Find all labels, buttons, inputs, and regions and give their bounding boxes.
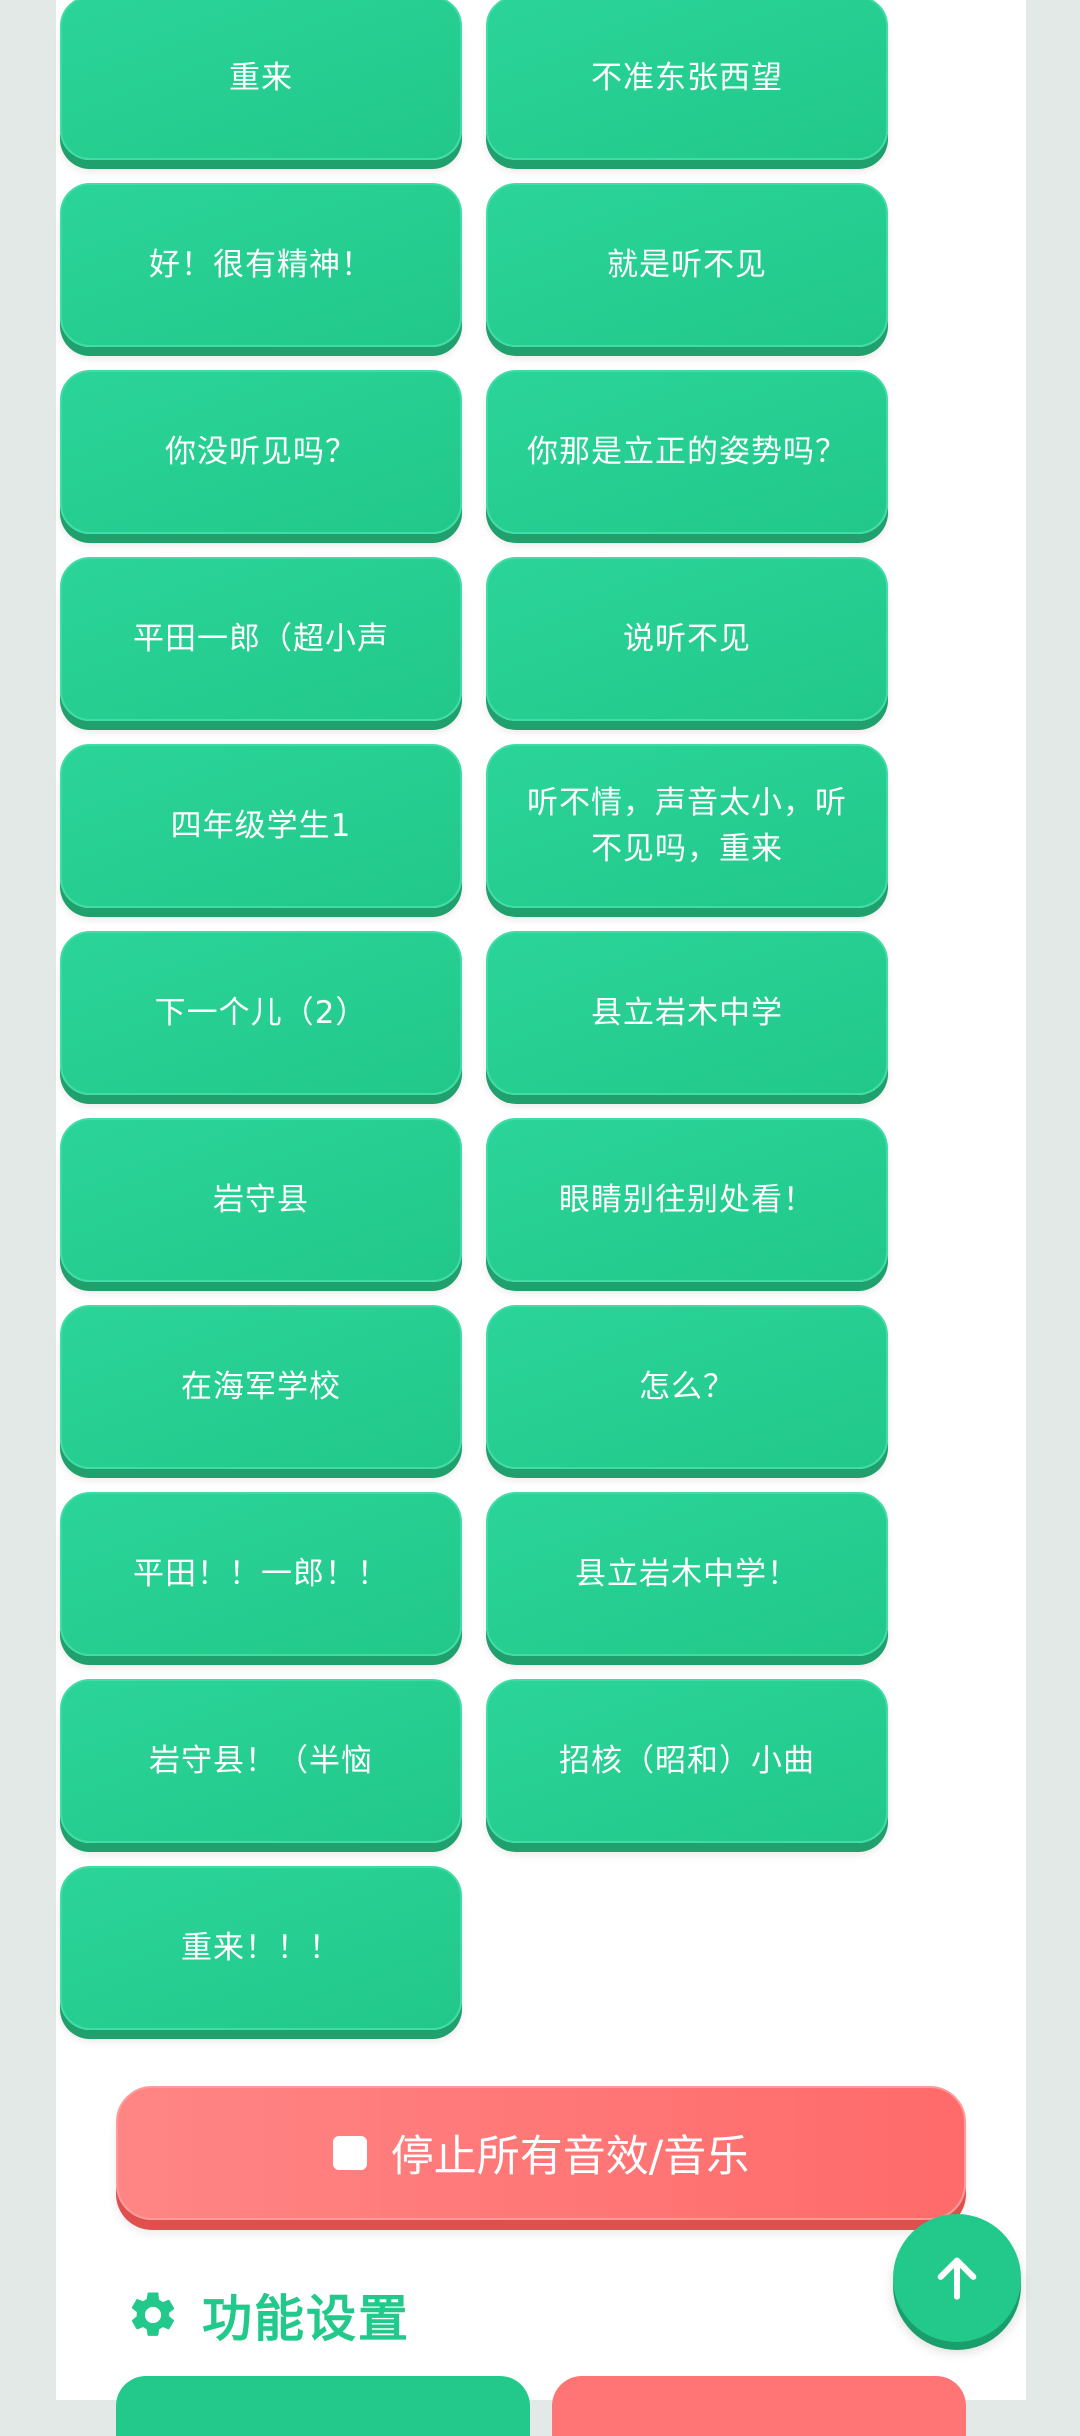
sound-button[interactable]: 好！很有精神！ bbox=[60, 183, 462, 347]
sound-button[interactable]: 县立岩木中学！ bbox=[486, 1492, 888, 1656]
sound-button[interactable]: 重来 bbox=[60, 0, 462, 160]
scroll-to-top-button[interactable] bbox=[893, 2214, 1021, 2342]
sound-button[interactable]: 听不情，声音太小，听不见吗，重来 bbox=[486, 744, 888, 908]
sound-button[interactable]: 下一个儿（2） bbox=[60, 931, 462, 1095]
sound-button[interactable]: 不准东张西望 bbox=[486, 0, 888, 160]
sound-button[interactable]: 县立岩木中学 bbox=[486, 931, 888, 1095]
sound-button[interactable]: 眼睛别往别处看！ bbox=[486, 1118, 888, 1282]
sound-button[interactable]: 岩守县！（半恼 bbox=[60, 1679, 462, 1843]
sound-button[interactable]: 就是听不见 bbox=[486, 183, 888, 347]
sound-button[interactable]: 四年级学生1 bbox=[60, 744, 462, 908]
settings-option-button-red[interactable] bbox=[552, 2376, 966, 2436]
stop-all-sounds-label: 停止所有音效/音乐 bbox=[390, 2132, 750, 2182]
sound-button[interactable]: 重来！！！ bbox=[60, 1866, 462, 2030]
sound-button[interactable]: 你那是立正的姿势吗？ bbox=[486, 370, 888, 534]
sound-button[interactable]: 平田一郎（超小声 bbox=[60, 557, 462, 721]
sound-button[interactable]: 说听不见 bbox=[486, 557, 888, 721]
sound-button-grid: 重来 不准东张西望 好！很有精神！ 就是听不见 你没听见吗？ 你那是立正的姿势吗… bbox=[60, 0, 888, 2040]
arrow-up-icon bbox=[937, 2257, 977, 2300]
sound-button[interactable]: 岩守县 bbox=[60, 1118, 462, 1282]
sound-button[interactable]: 招核（昭和）小曲 bbox=[486, 1679, 888, 1843]
sound-button[interactable]: 你没听见吗？ bbox=[60, 370, 462, 534]
settings-section-title: 功能设置 bbox=[202, 2290, 410, 2348]
stop-square-icon bbox=[332, 2136, 367, 2170]
sound-button[interactable]: 在海军学校 bbox=[60, 1305, 462, 1469]
settings-option-button-green[interactable] bbox=[116, 2376, 530, 2436]
sound-button[interactable]: 平田！！一郎！！ bbox=[60, 1492, 462, 1656]
gear-icon bbox=[131, 2292, 175, 2336]
stop-all-sounds-button[interactable]: 停止所有音效/音乐 bbox=[116, 2086, 966, 2220]
sound-button[interactable]: 怎么？ bbox=[486, 1305, 888, 1469]
settings-section-header: 功能设置 bbox=[126, 2280, 410, 2350]
